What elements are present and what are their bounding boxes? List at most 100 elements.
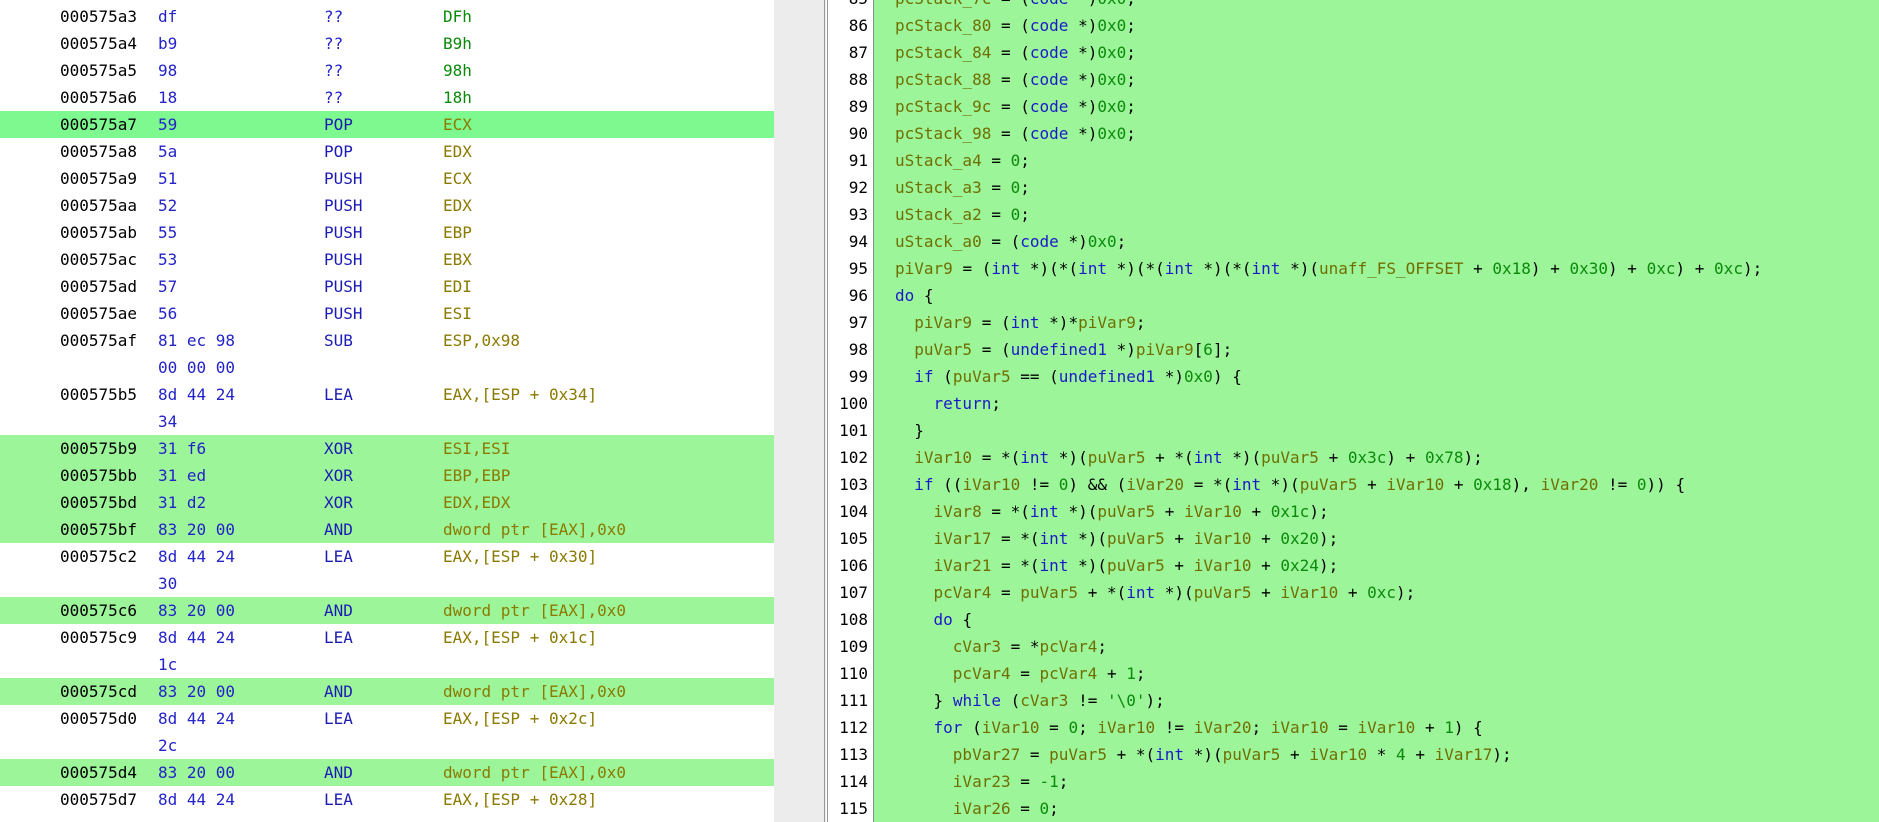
line-number: 93	[848, 205, 868, 224]
listing-row[interactable]: 000575ab 55 PUSH EBP	[0, 219, 774, 246]
listing-row[interactable]: 000575d0 8d 44 24 LEA EAX,[ESP + 0x2c]	[0, 705, 774, 732]
listing-row[interactable]: 000575bf 83 20 00 AND dword ptr [EAX],0x0	[0, 516, 774, 543]
code-line[interactable]: } while (cVar3 != '\0');	[895, 690, 1165, 711]
code-line[interactable]: pcStack_7c = (code *)0x0;	[895, 0, 1136, 9]
code-line[interactable]: pcVar4 = pcVar4 + 1;	[895, 663, 1146, 684]
address: 000575af	[60, 331, 138, 350]
listing-row[interactable]: 000575af 81 ec 98 SUB ESP,0x98	[0, 327, 774, 354]
listing-row[interactable]: 000575aa 52 PUSH EDX	[0, 192, 774, 219]
listing-row[interactable]: 000575d7 8d 44 24 LEA EAX,[ESP + 0x28]	[0, 786, 774, 813]
address: 000575c6	[60, 601, 138, 620]
line-number: 87	[848, 43, 868, 62]
listing-row[interactable]: 000575ae 56 PUSH ESI	[0, 300, 774, 327]
code-line[interactable]: do {	[895, 285, 934, 306]
code-line[interactable]: piVar9 = (int *)*piVar9;	[895, 312, 1145, 333]
operand: EBP,EBP	[443, 466, 511, 485]
code-line[interactable]: pcStack_80 = (code *)0x0;	[895, 15, 1136, 36]
line-number: 92	[848, 178, 868, 197]
instruction-bytes: df	[158, 7, 178, 26]
listing-row[interactable]: 000575cd 83 20 00 AND dword ptr [EAX],0x0	[0, 678, 774, 705]
listing-row[interactable]: 000575a9 51 PUSH ECX	[0, 165, 774, 192]
address: 000575bb	[60, 466, 138, 485]
operand: B9h	[443, 34, 472, 53]
listing-row[interactable]: 2c	[0, 732, 774, 759]
listing-row[interactable]: 1c	[0, 651, 774, 678]
code-line[interactable]: piVar9 = (int *)(*(int *)(*(int *)(*(int…	[895, 258, 1762, 279]
mnemonic: AND	[324, 682, 353, 701]
line-number: 111	[839, 691, 868, 710]
line-number: 98	[848, 340, 868, 359]
line-number: 101	[839, 421, 868, 440]
listing-row[interactable]: 000575a7 59 POP ECX	[0, 111, 774, 138]
listing-row[interactable]: 000575d4 83 20 00 AND dword ptr [EAX],0x0	[0, 759, 774, 786]
code-line[interactable]: puVar5 = (undefined1 *)piVar9[6];	[895, 339, 1232, 360]
mnemonic: LEA	[324, 628, 353, 647]
code-line[interactable]: pcStack_84 = (code *)0x0;	[895, 42, 1136, 63]
code-line[interactable]: for (iVar10 = 0; iVar10 != iVar20; iVar1…	[895, 717, 1483, 738]
code-line[interactable]: iVar10 = *(int *)(puVar5 + *(int *)(puVa…	[895, 447, 1482, 468]
code-line[interactable]: uStack_a2 = 0;	[895, 204, 1030, 225]
address: 000575d4	[60, 763, 138, 782]
code-line[interactable]: iVar23 = -1;	[895, 771, 1069, 792]
address: 000575a4	[60, 34, 138, 53]
listing-row[interactable]: 000575b9 31 f6 XOR ESI,ESI	[0, 435, 774, 462]
instruction-bytes: 59	[158, 115, 178, 134]
listing-row[interactable]: 000575a5 98?? 98h	[0, 57, 774, 84]
code-line[interactable]: }	[895, 420, 924, 441]
line-number: 91	[848, 151, 868, 170]
listing-row[interactable]: 000575a4 b9?? B9h	[0, 30, 774, 57]
code-line[interactable]: pbVar27 = puVar5 + *(int *)(puVar5 + iVa…	[895, 744, 1512, 765]
decompiler-panel[interactable]: pcStack_7c = (code *)0x0; pcStack_80 = (c…	[874, 0, 1879, 822]
panel-splitter[interactable]	[774, 0, 1598, 822]
line-number: 88	[848, 70, 868, 89]
listing-row[interactable]: 000575c9 8d 44 24 LEA EAX,[ESP + 0x1c]	[0, 624, 774, 651]
code-line[interactable]: if (puVar5 == (undefined1 *)0x0) {	[895, 366, 1242, 387]
code-line[interactable]: if ((iVar10 != 0) && (iVar20 = *(int *)(…	[895, 474, 1685, 495]
line-number: 104	[839, 502, 868, 521]
code-line[interactable]: iVar26 = 0;	[895, 798, 1059, 819]
code-line[interactable]: iVar21 = *(int *)(puVar5 + iVar10 + 0x24…	[895, 555, 1339, 576]
code-line[interactable]: pcStack_88 = (code *)0x0;	[895, 69, 1136, 90]
code-line[interactable]: return;	[895, 393, 1001, 414]
line-number: 96	[848, 286, 868, 305]
operand: ESI	[443, 304, 472, 323]
mnemonic: AND	[324, 763, 353, 782]
instruction-bytes: 2c	[158, 736, 178, 755]
code-line[interactable]: pcVar4 = puVar5 + *(int *)(puVar5 + iVar…	[895, 582, 1416, 603]
code-line[interactable]: uStack_a4 = 0;	[895, 150, 1030, 171]
line-number: 102	[839, 448, 868, 467]
operand: ECX	[443, 115, 472, 134]
code-line[interactable]: pcStack_98 = (code *)0x0;	[895, 123, 1136, 144]
operand: ECX	[443, 169, 472, 188]
code-line[interactable]: uStack_a0 = (code *)0x0;	[895, 231, 1126, 252]
listing-panel[interactable]: 000575a3 df?? DFh 000575a4 b9?? B9h 000575a5 98…	[0, 0, 774, 822]
listing-row[interactable]: 000575ac 53 PUSH EBX	[0, 246, 774, 273]
code-line[interactable]: do {	[895, 609, 973, 630]
line-number: 89	[848, 97, 868, 116]
address: 000575d7	[60, 790, 138, 809]
listing-row[interactable]: 000575a6 18?? 18h	[0, 84, 774, 111]
mnemonic: LEA	[324, 790, 353, 809]
listing-row[interactable]: 000575a3 df?? DFh	[0, 3, 774, 30]
code-line[interactable]: uStack_a3 = 0;	[895, 177, 1030, 198]
listing-row[interactable]: 000575bb 31 ed XOR EBP,EBP	[0, 462, 774, 489]
listing-row[interactable]: 000575c2 8d 44 24 LEA EAX,[ESP + 0x30]	[0, 543, 774, 570]
listing-row[interactable]: 00 00 00	[0, 354, 774, 381]
listing-row[interactable]: 30	[0, 570, 774, 597]
address: 000575ae	[60, 304, 138, 323]
listing-row[interactable]: 000575b5 8d 44 24 LEA EAX,[ESP + 0x34]	[0, 381, 774, 408]
listing-row[interactable]: 000575bd 31 d2 XOR EDX,EDX	[0, 489, 774, 516]
code-line[interactable]: iVar8 = *(int *)(puVar5 + iVar10 + 0x1c)…	[895, 501, 1329, 522]
code-line[interactable]: iVar17 = *(int *)(puVar5 + iVar10 + 0x20…	[895, 528, 1339, 549]
instruction-bytes: 00 00 00	[158, 358, 236, 377]
listing-row[interactable]: 000575a8 5a POP EDX	[0, 138, 774, 165]
code-line[interactable]: cVar3 = *pcVar4;	[895, 636, 1107, 657]
instruction-bytes: 31 ed	[158, 466, 207, 485]
listing-row[interactable]: 000575c6 83 20 00 AND dword ptr [EAX],0x0	[0, 597, 774, 624]
listing-row[interactable]: 34	[0, 408, 774, 435]
listing-row[interactable]: 000575ad 57 PUSH EDI	[0, 273, 774, 300]
line-number: 115	[839, 799, 868, 818]
line-number: 107	[839, 583, 868, 602]
instruction-bytes: 8d 44 24	[158, 385, 236, 404]
code-line[interactable]: pcStack_9c = (code *)0x0;	[895, 96, 1136, 117]
